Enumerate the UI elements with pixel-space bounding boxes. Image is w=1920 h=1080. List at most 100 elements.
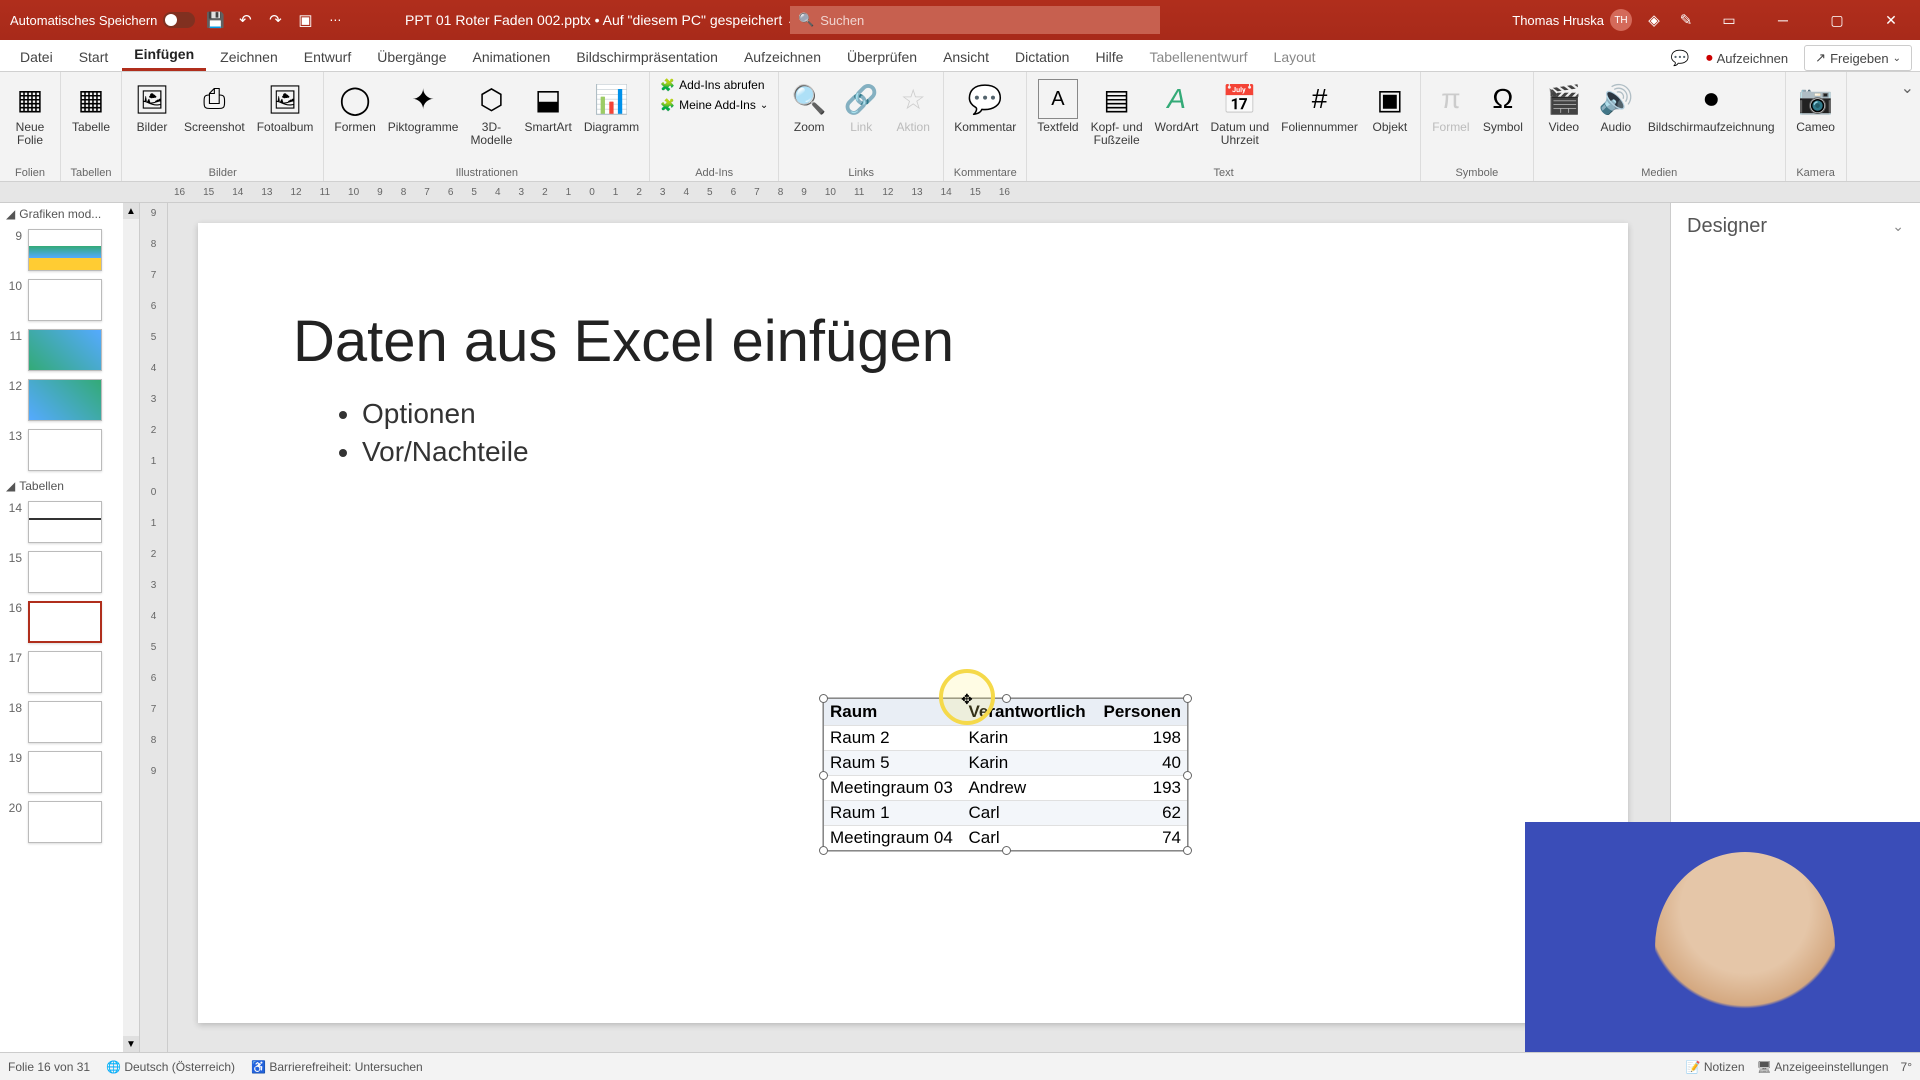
status-display[interactable]: 🖥 Anzeigeeinstellungen	[1757, 1060, 1889, 1074]
redo-icon[interactable]: ↷	[265, 10, 285, 30]
bullet-1[interactable]: Optionen	[362, 398, 529, 430]
icons-button[interactable]: ✦Piktogramme	[384, 76, 463, 137]
tab-start[interactable]: Start	[67, 43, 121, 71]
resize-handle[interactable]	[819, 771, 828, 780]
resize-handle[interactable]	[1183, 694, 1192, 703]
thumb-20[interactable]: 20	[0, 797, 139, 847]
designer-collapse-icon[interactable]: ⌄	[1892, 218, 1904, 235]
tab-uebergaenge[interactable]: Übergänge	[365, 43, 458, 71]
search-box[interactable]: 🔍 Suchen	[790, 6, 1160, 34]
record-button[interactable]: ⏺Aufzeichnen	[1696, 46, 1798, 70]
close-icon[interactable]: ✕	[1870, 0, 1912, 40]
minimize-icon[interactable]: ─	[1762, 0, 1804, 40]
maximize-icon[interactable]: ▢	[1816, 0, 1858, 40]
collapse-ribbon-icon[interactable]: ⌄	[1901, 80, 1914, 97]
comment-button[interactable]: 💬Kommentar	[950, 76, 1020, 137]
table-button[interactable]: ▦Tabelle	[67, 76, 115, 137]
symbol-button[interactable]: ΩSymbol	[1479, 76, 1527, 137]
thumb-13[interactable]: 13	[0, 425, 139, 475]
thumb-17[interactable]: 17	[0, 647, 139, 697]
tab-aufzeichnen[interactable]: Aufzeichnen	[732, 43, 833, 71]
thumb-12[interactable]: 12	[0, 375, 139, 425]
headerfooter-button[interactable]: ▤Kopf- und Fußzeile	[1087, 76, 1147, 150]
tab-einfuegen[interactable]: Einfügen	[122, 40, 206, 71]
action-button[interactable]: ☆Aktion	[889, 76, 937, 137]
datetime-button[interactable]: 📅Datum und Uhrzeit	[1206, 76, 1273, 150]
thumb-14[interactable]: 14	[0, 497, 139, 547]
qat-more-icon[interactable]: ⋯	[325, 10, 345, 30]
bullet-2[interactable]: Vor/Nachteile	[362, 436, 529, 468]
share-button[interactable]: ↗Freigeben⌄	[1804, 45, 1912, 71]
cameo-button[interactable]: 📷Cameo	[1792, 76, 1840, 137]
weather-temp[interactable]: 7°	[1901, 1060, 1912, 1074]
wordart-button[interactable]: AWordArt	[1151, 76, 1203, 137]
screenrec-button[interactable]: ⏺Bildschirmaufzeichnung	[1644, 76, 1779, 137]
user-account[interactable]: Thomas Hruska TH	[1512, 9, 1632, 31]
presentation-icon[interactable]: ▣	[295, 10, 315, 30]
object-button[interactable]: ▣Objekt	[1366, 76, 1414, 137]
document-title[interactable]: PPT 01 Roter Faden 002.pptx • Auf "diese…	[405, 12, 798, 29]
images-button[interactable]: 🖼Bilder	[128, 76, 176, 137]
tab-ansicht[interactable]: Ansicht	[931, 43, 1001, 71]
audio-button[interactable]: 🔊Audio	[1592, 76, 1640, 137]
textbox-button[interactable]: ATextfeld	[1033, 76, 1082, 137]
thumb-15[interactable]: 15	[0, 547, 139, 597]
thumb-18[interactable]: 18	[0, 697, 139, 747]
undo-icon[interactable]: ↶	[235, 10, 255, 30]
link-button[interactable]: 🔗Link	[837, 76, 885, 137]
equation-button[interactable]: πFormel	[1427, 76, 1475, 137]
resize-handle[interactable]	[1183, 771, 1192, 780]
resize-handle[interactable]	[819, 694, 828, 703]
tab-datei[interactable]: Datei	[8, 43, 65, 71]
zoom-button[interactable]: 🔍Zoom	[785, 76, 833, 137]
new-slide-button[interactable]: ▦Neue Folie	[6, 76, 54, 150]
my-addins-button[interactable]: 🧩Meine Add-Ins⌄	[656, 96, 772, 114]
status-lang[interactable]: 🌐 Deutsch (Österreich)	[106, 1060, 235, 1074]
video-button[interactable]: 🎬Video	[1540, 76, 1588, 137]
chart-button[interactable]: 📊Diagramm	[580, 76, 643, 137]
screenshot-button[interactable]: ⎙Screenshot	[180, 76, 249, 137]
resize-handle[interactable]	[819, 846, 828, 855]
toggle-switch[interactable]	[163, 12, 195, 28]
thumb-19[interactable]: 19	[0, 747, 139, 797]
thumb-9[interactable]: 9	[0, 225, 139, 275]
tab-animationen[interactable]: Animationen	[461, 43, 563, 71]
embedded-table[interactable]: ✥ Raum Verantwortlich Personen Raum 2Kar…	[823, 698, 1188, 851]
slide[interactable]: Daten aus Excel einfügen Optionen Vor/Na…	[198, 223, 1628, 1023]
status-notes[interactable]: 📝 Notizen	[1686, 1060, 1745, 1074]
pen-icon[interactable]: ✎	[1676, 10, 1696, 30]
slide-canvas[interactable]: Daten aus Excel einfügen Optionen Vor/Na…	[168, 203, 1670, 1052]
ribbon-options-icon[interactable]: ▭	[1708, 0, 1750, 40]
resize-handle[interactable]	[1002, 694, 1011, 703]
tab-entwurf[interactable]: Entwurf	[292, 43, 363, 71]
3dmodels-button[interactable]: ⬡3D- Modelle	[466, 76, 516, 150]
photoalbum-button[interactable]: 🖼Fotoalbum	[253, 76, 318, 137]
diamond-icon[interactable]: ◈	[1644, 10, 1664, 30]
tab-zeichnen[interactable]: Zeichnen	[208, 43, 290, 71]
tab-dictation[interactable]: Dictation	[1003, 43, 1081, 71]
slide-thumbnail-pane[interactable]: ◢ Grafiken mod... 9 10 11 12 13 ◢ Tabell…	[0, 203, 140, 1052]
resize-handle[interactable]	[1002, 846, 1011, 855]
shapes-button[interactable]: ◯Formen	[330, 76, 379, 137]
tab-tabellenentwurf[interactable]: Tabellenentwurf	[1137, 43, 1259, 71]
save-icon[interactable]: 💾	[205, 10, 225, 30]
th-personen[interactable]: Personen	[1095, 699, 1187, 726]
thumb-10[interactable]: 10	[0, 275, 139, 325]
get-addins-button[interactable]: 🧩Add-Ins abrufen	[656, 76, 772, 94]
tab-bildschirm[interactable]: Bildschirmpräsentation	[564, 43, 730, 71]
tab-layout[interactable]: Layout	[1262, 43, 1328, 71]
autosave-toggle[interactable]: Automatisches Speichern	[10, 12, 195, 28]
thumb-11[interactable]: 11	[0, 325, 139, 375]
resize-handle[interactable]	[1183, 846, 1192, 855]
smartart-button[interactable]: ⬓SmartArt	[520, 76, 575, 137]
thumb-scrollbar[interactable]: ▲▼	[123, 203, 139, 1052]
tab-hilfe[interactable]: Hilfe	[1083, 43, 1135, 71]
slidenumber-button[interactable]: #Foliennummer	[1277, 76, 1362, 137]
section-header-2[interactable]: ◢ Tabellen	[0, 475, 139, 497]
status-accessibility[interactable]: ♿ Barrierefreiheit: Untersuchen	[251, 1060, 423, 1074]
thumb-16[interactable]: 16	[0, 597, 139, 647]
status-slide-count[interactable]: Folie 16 von 31	[8, 1060, 90, 1074]
slide-title[interactable]: Daten aus Excel einfügen	[293, 308, 954, 375]
section-header[interactable]: ◢ Grafiken mod...	[0, 203, 139, 225]
slide-bullets[interactable]: Optionen Vor/Nachteile	[338, 398, 529, 474]
